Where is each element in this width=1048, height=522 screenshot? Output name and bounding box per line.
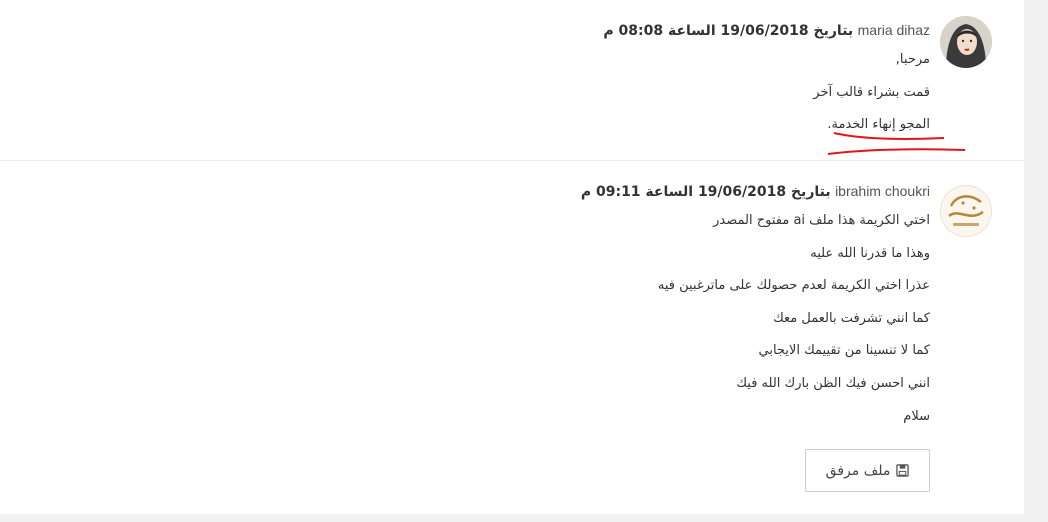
message-item: ibrahim choukri بتاريخ 19/06/2018 الساعة…	[0, 161, 1024, 514]
message-timestamp: بتاريخ 19/06/2018 الساعة 09:11 م	[580, 184, 831, 200]
avatar-calligraphy-logo-icon	[941, 186, 991, 236]
floppy-disk-icon	[896, 464, 910, 477]
message-timestamp: بتاريخ 19/06/2018 الساعة 08:08 م	[603, 23, 854, 39]
page-gutter	[1024, 0, 1048, 522]
avatar-woman-hijab-icon	[940, 16, 992, 68]
message-line: سلام	[903, 408, 930, 424]
message-line: عذرا اختي الكريمة لعدم حصولك على ماترغبي…	[657, 278, 930, 294]
page-footer-strip	[0, 514, 1048, 522]
message-line: مرحبا,	[895, 52, 930, 67]
message-body: اختي الكريمة هذا ملف ai مفتوح المصدر وهذ…	[658, 211, 930, 439]
user-avatar[interactable]	[940, 16, 992, 68]
author-name[interactable]: maria dihaz	[858, 22, 930, 38]
attachment-label: ملف مرفق	[825, 462, 891, 479]
message-header: ibrahim choukri بتاريخ 19/06/2018 الساعة…	[581, 183, 930, 200]
message-line: اختي الكريمة هذا ملف ai مفتوح المصدر	[713, 213, 930, 228]
user-avatar[interactable]	[940, 185, 992, 237]
author-name[interactable]: ibrahim choukri	[835, 183, 930, 199]
red-underline-annotation	[827, 132, 966, 155]
message-line: قمت بشراء قالب آخر	[813, 84, 930, 100]
message-line: كما انني تشرفت بالعمل معك	[773, 310, 930, 326]
message-line: انني احسن فيك الظن بارك الله فيك	[736, 375, 930, 391]
message-line: وهذا ما قدرنا الله عليه	[810, 245, 930, 261]
message-header: maria dihaz بتاريخ 19/06/2018 الساعة 08:…	[603, 22, 930, 39]
message-item: maria dihaz بتاريخ 19/06/2018 الساعة 08:…	[0, 0, 1024, 161]
attachment-button[interactable]: ملف مرفق	[805, 449, 930, 492]
message-line: كما لا تنسينا من تقييمك الايجابي	[758, 343, 930, 359]
